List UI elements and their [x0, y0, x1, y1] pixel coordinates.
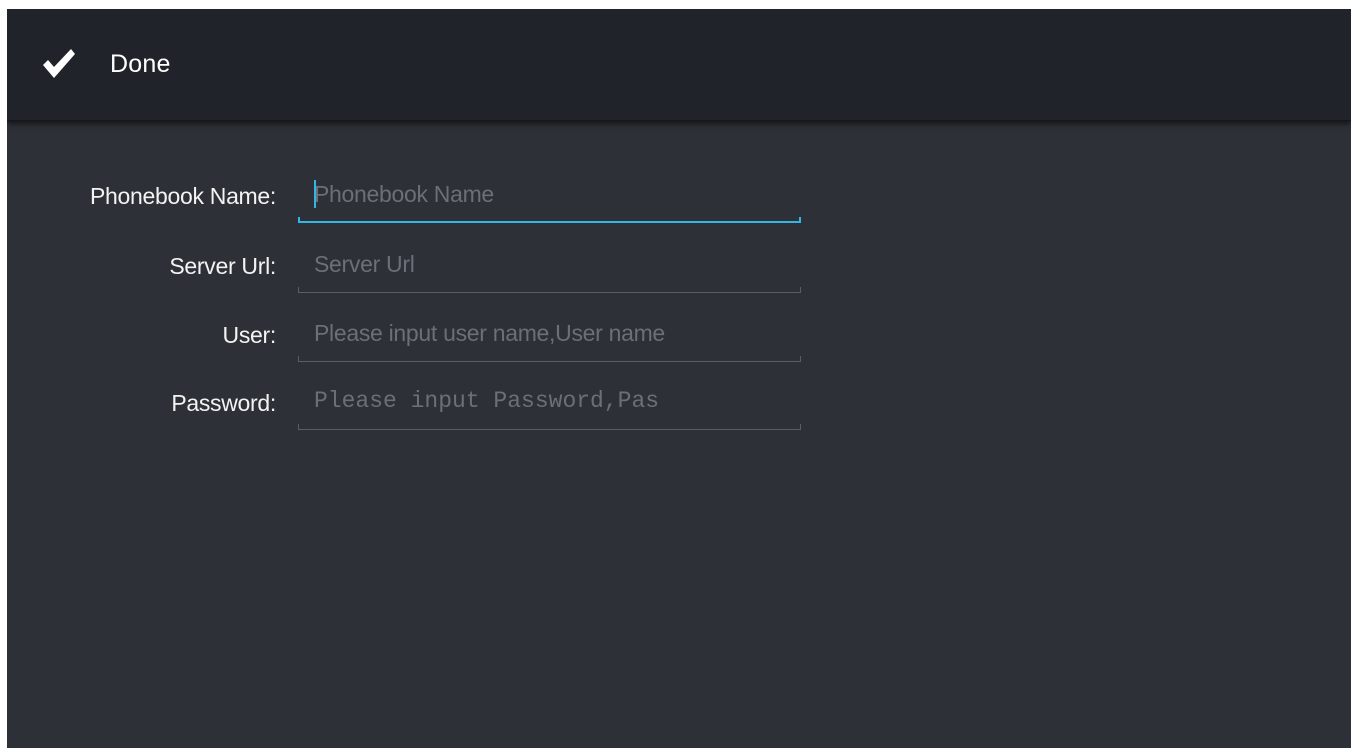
- server-url-input[interactable]: [298, 239, 801, 289]
- action-bar: Done: [7, 9, 1351, 121]
- done-button[interactable]: Done: [27, 37, 185, 91]
- done-label: Done: [110, 49, 171, 78]
- user-field-wrapper: [298, 308, 801, 362]
- user-row: User:: [7, 308, 1351, 368]
- password-input[interactable]: [298, 376, 801, 426]
- user-input[interactable]: [298, 308, 801, 358]
- password-label: Password:: [171, 390, 276, 416]
- checkmark-icon: [41, 46, 77, 82]
- server-url-label: Server Url:: [169, 253, 276, 279]
- app-screen: Done Phonebook Name: Server Url: User:: [7, 9, 1351, 748]
- phonebook-name-underline: [298, 217, 801, 223]
- user-label: User:: [222, 322, 277, 348]
- server-url-field-wrapper: [298, 239, 801, 293]
- text-cursor: [314, 180, 316, 208]
- server-url-row: Server Url:: [7, 239, 1351, 299]
- phonebook-name-field-wrapper: [298, 169, 801, 223]
- phonebook-name-row: Phonebook Name:: [7, 169, 1351, 229]
- password-field-wrapper: [298, 376, 801, 430]
- user-underline: [298, 356, 801, 362]
- password-row: Password:: [7, 376, 1351, 436]
- password-underline: [298, 424, 801, 430]
- phonebook-name-input[interactable]: [298, 169, 801, 219]
- phonebook-name-label: Phonebook Name:: [89, 183, 276, 209]
- server-url-underline: [298, 287, 801, 293]
